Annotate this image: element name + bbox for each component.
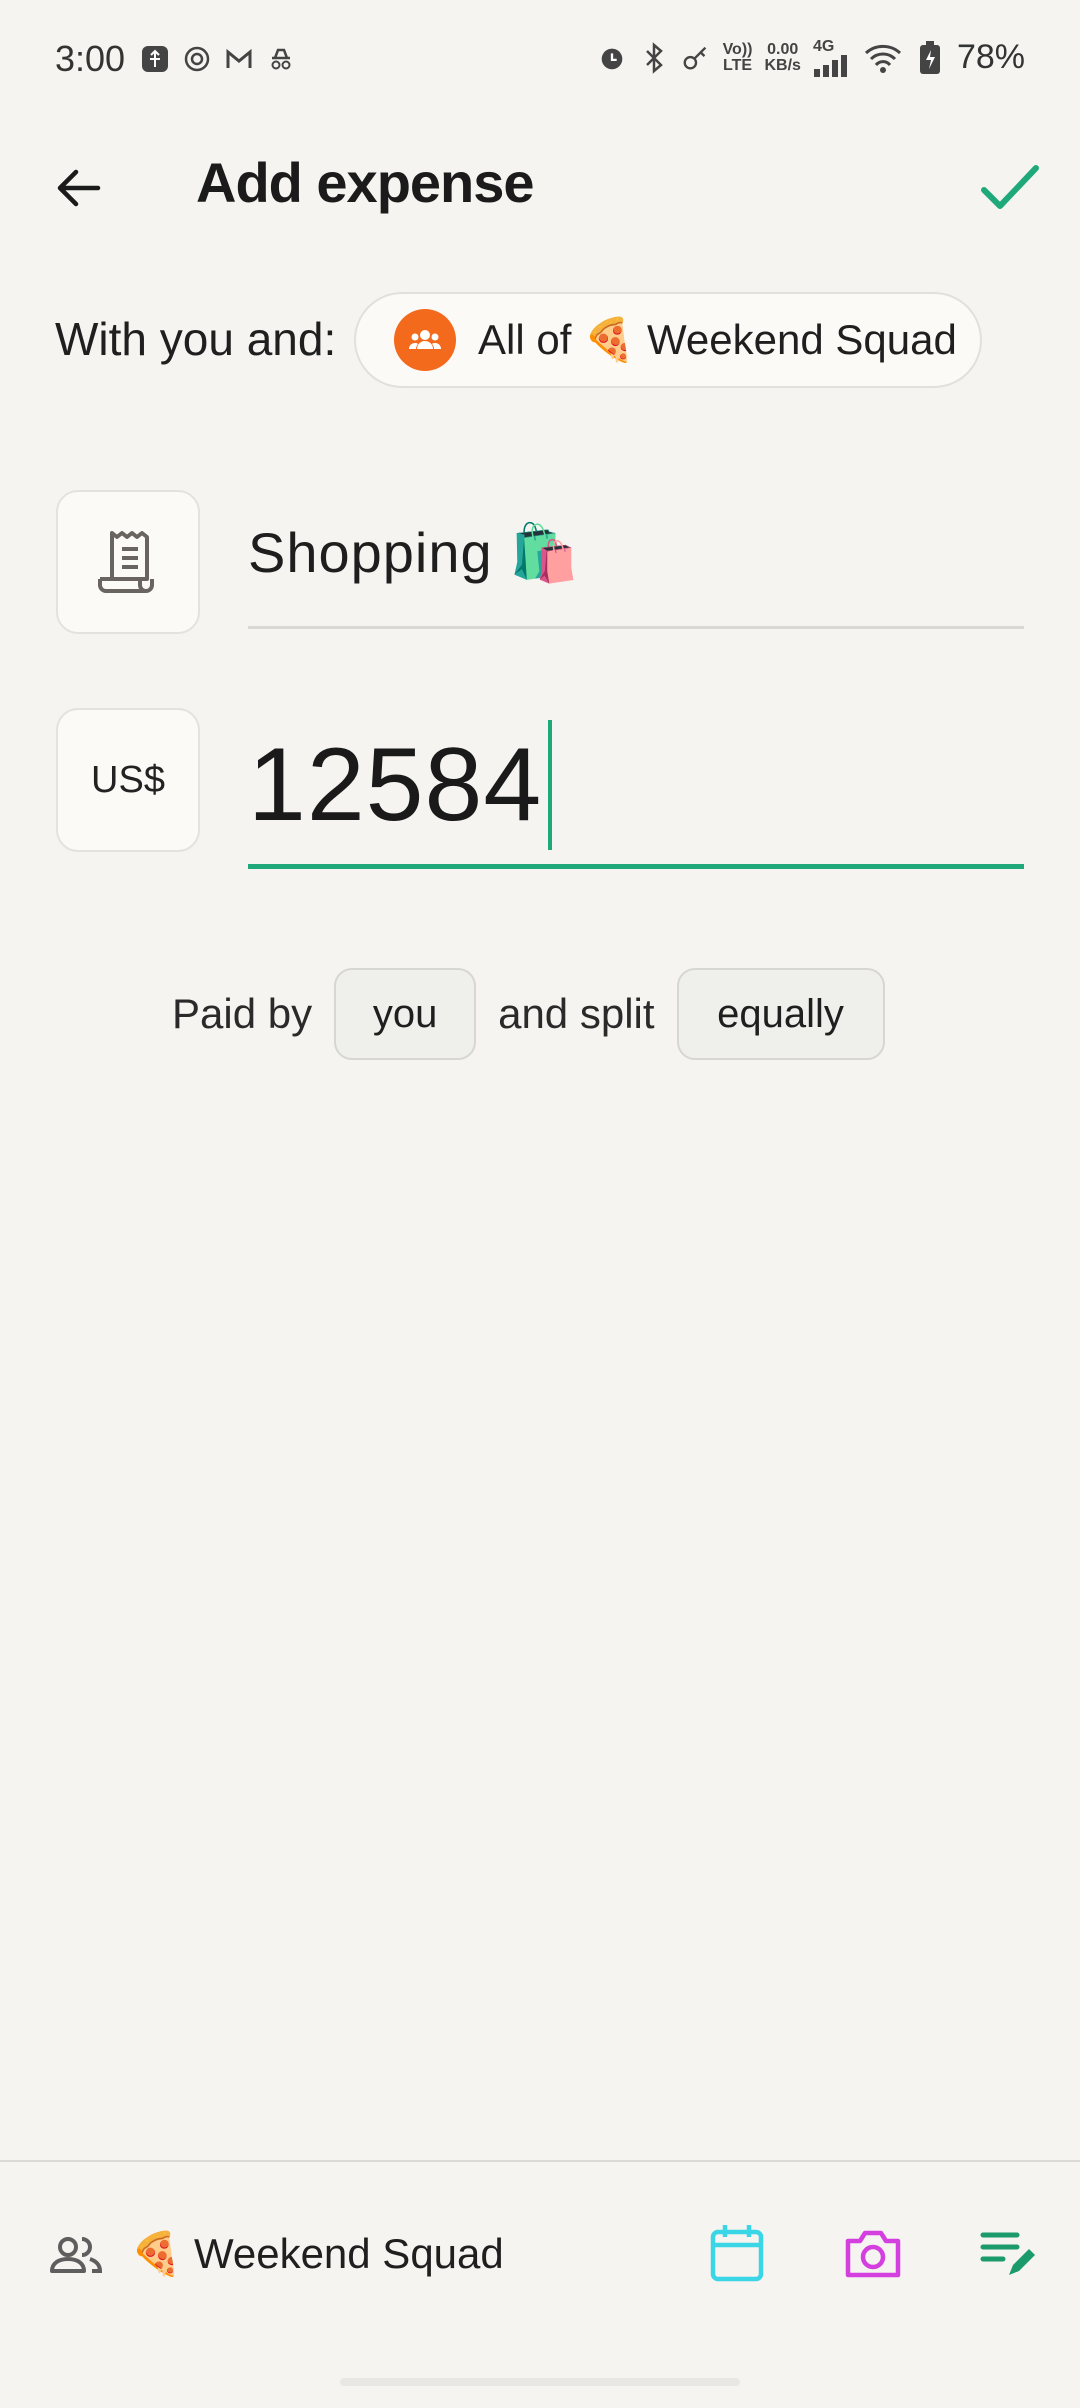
- split-method-button[interactable]: equally: [676, 968, 885, 1060]
- checkmark-icon: [981, 165, 1039, 209]
- bluetooth-icon: [639, 41, 669, 74]
- status-left-icons: [140, 44, 296, 74]
- incognito-icon: [266, 44, 296, 74]
- paid-by-label: Paid by: [172, 990, 313, 1037]
- key-icon: [681, 43, 711, 73]
- gmail-icon: [224, 44, 254, 74]
- battery-percentage: 78%: [956, 38, 1025, 76]
- group-chip-label: All of 🍕 Weekend Squad: [478, 315, 957, 363]
- usb-icon: [140, 44, 170, 74]
- calendar-icon: [710, 2225, 764, 2282]
- date-button[interactable]: [706, 2222, 768, 2284]
- camera-button[interactable]: [842, 2222, 904, 2284]
- amount-input[interactable]: 12584: [248, 720, 553, 850]
- receipt-icon: [98, 531, 154, 593]
- data-speed-icon: 0.00 KB/s: [764, 40, 801, 74]
- status-time: 3:00: [55, 38, 126, 79]
- bottom-group-name: 🍕 Weekend Squad: [130, 2230, 504, 2277]
- arrow-left-icon: [57, 169, 101, 207]
- volte-icon: Vo)) LTE: [722, 40, 753, 74]
- category-button[interactable]: [56, 490, 200, 634]
- back-button[interactable]: [40, 150, 116, 226]
- wifi-icon: [863, 43, 903, 73]
- people-icon: [50, 2236, 103, 2273]
- payer-button[interactable]: you: [334, 968, 477, 1060]
- bottom-actions: [706, 2222, 1040, 2284]
- split-label: and split: [498, 990, 655, 1037]
- text-cursor: [548, 720, 553, 850]
- status-right-icons: Vo)) LTE 0.00 KB/s 4G 78%: [597, 38, 1025, 77]
- notes-edit-icon: [980, 2232, 1035, 2275]
- openai-icon: [182, 44, 212, 74]
- bottom-group-selector[interactable]: 🍕 Weekend Squad: [48, 2230, 504, 2279]
- signal-icon: 4G: [813, 38, 851, 77]
- amount-value: 12584: [248, 726, 543, 843]
- currency-button[interactable]: US$: [56, 708, 200, 852]
- battery-icon: [915, 40, 945, 74]
- alarm-icon: [597, 43, 627, 73]
- description-input[interactable]: Shopping 🛍️: [248, 520, 1024, 586]
- notes-button[interactable]: [978, 2222, 1040, 2284]
- camera-icon: [845, 2230, 901, 2278]
- group-selector-chip[interactable]: All of 🍕 Weekend Squad: [354, 292, 982, 388]
- split-summary: Paid by you and split equally: [172, 968, 885, 1060]
- group-avatar: [394, 309, 456, 371]
- page-title: Add expense: [196, 151, 535, 214]
- with-you-label: With you and:: [55, 313, 337, 365]
- home-indicator[interactable]: [340, 2378, 740, 2386]
- description-underline: [248, 626, 1024, 629]
- group-icon: [409, 330, 441, 349]
- save-button[interactable]: [970, 148, 1050, 228]
- bottom-divider: [0, 2160, 1080, 2162]
- amount-underline: [248, 864, 1024, 869]
